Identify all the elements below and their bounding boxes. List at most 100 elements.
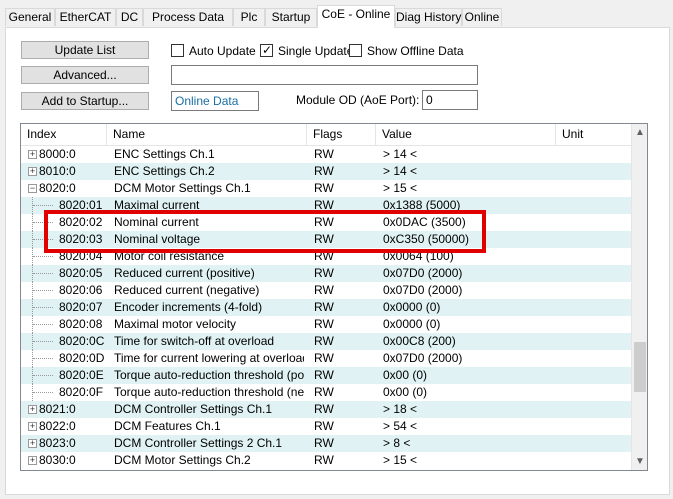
row-index: 8021:0 [39, 402, 76, 416]
row-name: Maximal motor velocity [114, 317, 237, 331]
row-name: Motor coil resistance [114, 249, 225, 263]
row-index: 8010:0 [39, 164, 76, 178]
expand-icon[interactable]: + [28, 456, 37, 465]
chevron-down-icon[interactable]: ▼ [632, 453, 647, 470]
row-flags: RW [314, 453, 334, 467]
row-name: Nominal current [114, 215, 199, 229]
tab-coe-online[interactable]: CoE - Online [317, 5, 395, 28]
row-flags: RW [314, 402, 334, 416]
row-index: 8030:0 [39, 453, 76, 467]
show-offline-data-box[interactable] [349, 44, 362, 57]
row-flags: RW [314, 436, 334, 450]
row-name: DCM Controller Settings 2 Ch.1 [114, 436, 283, 450]
tab-online[interactable]: Online [462, 8, 502, 26]
table-row[interactable]: 8020:0C Time for switch-off at overload RW… [21, 333, 631, 350]
row-flags: RW [314, 283, 334, 297]
column-header-index[interactable]: Index [21, 124, 107, 145]
table-row[interactable]: 8020:01 Maximal current RW 0x1388 (5000) [21, 197, 631, 214]
tab-plc[interactable]: Plc [233, 8, 265, 26]
tab-general[interactable]: General [5, 8, 55, 26]
table-row[interactable]: 8020:06 Reduced current (negative) RW 0x07D… [21, 282, 631, 299]
row-flags: RW [314, 419, 334, 433]
advanced-button[interactable]: Advanced... [21, 66, 149, 84]
row-value: 0x0000 (0) [383, 300, 441, 314]
collapse-icon[interactable]: − [28, 184, 37, 193]
column-header-name[interactable]: Name [107, 124, 307, 145]
table-row[interactable]: +8030:0 DCM Motor Settings Ch.2 RW > 15 < [21, 452, 631, 469]
tab-dc[interactable]: DC [116, 8, 143, 26]
tab-process-data[interactable]: Process Data [143, 8, 233, 26]
table-row[interactable]: +8022:0 DCM Features Ch.1 RW > 54 < [21, 418, 631, 435]
auto-update-box[interactable] [171, 44, 184, 57]
column-header-flags[interactable]: Flags [307, 124, 376, 145]
coe-object-table: Index Name Flags Value Unit +8000:0 ENC S… [20, 123, 648, 471]
row-flags: RW [314, 334, 334, 348]
row-flags: RW [314, 266, 334, 280]
row-value: > 18 < [383, 402, 418, 416]
chevron-up-icon[interactable]: ▲ [632, 124, 647, 141]
row-value: 0xC350 (50000) [383, 232, 470, 246]
row-name: Maximal current [114, 198, 200, 212]
row-name: Time for switch-off at overload [114, 334, 275, 348]
tree-branch [33, 222, 53, 224]
tab-ethercat[interactable]: EtherCAT [55, 8, 116, 26]
table-row[interactable]: +8023:0 DCM Controller Settings 2 Ch.1 RW >… [21, 435, 631, 452]
column-header-unit[interactable]: Unit [556, 124, 631, 145]
row-name: Torque auto-reduction threshold (posit..… [114, 368, 304, 382]
tree-branch [33, 341, 53, 343]
table-row[interactable]: +8000:0 ENC Settings Ch.1 RW > 14 < [21, 146, 631, 163]
column-header-value[interactable]: Value [376, 124, 556, 145]
expand-icon[interactable]: + [28, 405, 37, 414]
single-update-label: Single Update [278, 44, 354, 58]
add-to-startup-button[interactable]: Add to Startup... [21, 92, 149, 110]
tree-branch [33, 205, 53, 207]
row-value: > 15 < [383, 181, 418, 195]
table-row[interactable]: 8020:05 Reduced current (positive) RW 0x07D… [21, 265, 631, 282]
row-value: > 54 < [383, 419, 418, 433]
tab-diag-history[interactable]: Diag History [395, 8, 462, 26]
table-row[interactable]: 8020:0F Torque auto-reduction threshold (… [21, 384, 631, 401]
row-flags: RW [314, 385, 334, 399]
row-name: ENC Settings Ch.2 [114, 164, 215, 178]
table-row[interactable]: 8020:07 Encoder increments (4-fold) RW 0x00… [21, 299, 631, 316]
tab-startup[interactable]: Startup [265, 8, 317, 26]
scrollbar-thumb[interactable] [634, 342, 646, 392]
update-list-button[interactable]: Update List [21, 41, 149, 59]
tree-branch [33, 307, 53, 309]
table-row[interactable]: 8020:0D Time for current lowering at over… [21, 350, 631, 367]
table-row[interactable]: 8020:0E Torque auto-reduction threshold (… [21, 367, 631, 384]
row-flags: RW [314, 317, 334, 331]
table-row[interactable]: −8020:0 DCM Motor Settings Ch.1 RW > 15 < [21, 180, 631, 197]
row-value: > 14 < [383, 147, 418, 161]
expand-icon[interactable]: + [28, 422, 37, 431]
single-update-box[interactable]: ✓ [260, 43, 273, 57]
table-row[interactable]: +8021:0 DCM Controller Settings Ch.1 RW > 1… [21, 401, 631, 418]
vertical-scrollbar[interactable]: ▲ ▼ [631, 124, 647, 470]
table-row[interactable]: +8010:0 ENC Settings Ch.2 RW > 14 < [21, 163, 631, 180]
auto-update-label: Auto Update [189, 44, 256, 58]
expand-icon[interactable]: + [28, 167, 37, 176]
row-index: 8022:0 [39, 419, 76, 433]
row-name: Reduced current (negative) [114, 283, 260, 297]
row-index: 8000:0 [39, 147, 76, 161]
row-value: > 14 < [383, 164, 418, 178]
row-value: 0x0064 (100) [383, 249, 454, 263]
module-od-input[interactable]: 0 [422, 90, 478, 110]
tree-branch [33, 392, 53, 394]
row-flags: RW [314, 300, 334, 314]
table-row[interactable]: 8020:03 Nominal voltage RW 0xC350 (50000) [21, 231, 631, 248]
filter-input[interactable] [171, 65, 478, 85]
row-name: Torque auto-reduction threshold (neg... [114, 385, 304, 399]
tree-branch [33, 256, 53, 258]
row-flags: RW [314, 198, 334, 212]
row-index: 8020:0 [39, 181, 76, 195]
row-value: > 8 < [383, 436, 411, 450]
table-row[interactable]: 8020:08 Maximal motor velocity RW 0x0000 (0… [21, 316, 631, 333]
table-row[interactable]: 8020:02 Nominal current RW 0x0DAC (3500) [21, 214, 631, 231]
table-row[interactable]: 8020:04 Motor coil resistance RW 0x0064 (10… [21, 248, 631, 265]
row-value: 0x07D0 (2000) [383, 351, 463, 365]
row-flags: RW [314, 351, 334, 365]
data-source-field[interactable]: Online Data [171, 91, 259, 111]
expand-icon[interactable]: + [28, 150, 37, 159]
expand-icon[interactable]: + [28, 439, 37, 448]
